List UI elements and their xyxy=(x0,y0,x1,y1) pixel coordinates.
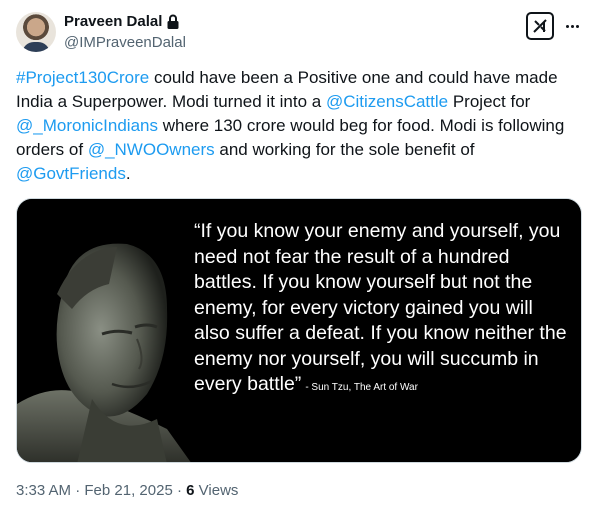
mention-link[interactable]: @_MoronicIndians xyxy=(16,116,158,135)
hashtag-link[interactable]: #Project130Crore xyxy=(16,68,149,87)
more-dots-icon[interactable] xyxy=(562,16,582,36)
author-name-row: Praveen Dalal xyxy=(64,13,180,30)
avatar[interactable] xyxy=(16,12,56,52)
tweet-media-image[interactable]: “If you know your enemy and yourself, yo… xyxy=(16,198,582,463)
quote-attribution: - Sun Tzu, The Art of War xyxy=(305,382,418,393)
tweet-text-segment: Project for xyxy=(448,92,531,111)
tweet-meta: 3:33 AM · Feb 21, 2025 · 6 Views xyxy=(16,482,238,499)
tweet-text-segment: . xyxy=(125,164,131,183)
author-handle[interactable]: @IMPraveenDalal xyxy=(64,34,186,51)
tweet-text-segment: and working for the sole benefit of xyxy=(214,140,475,159)
grok-icon[interactable] xyxy=(526,12,554,40)
views-count: 6 xyxy=(186,482,195,499)
meta-separator: · xyxy=(176,482,182,499)
mention-link[interactable]: @_NWOOwners xyxy=(88,140,215,159)
author-display-name[interactable]: Praveen Dalal xyxy=(64,13,162,30)
tweet-header: Praveen Dalal @IMPraveenDalal xyxy=(16,12,582,56)
meta-separator: · xyxy=(75,482,81,499)
tweet-time[interactable]: 3:33 AM xyxy=(16,482,71,499)
views-label: Views xyxy=(198,482,239,499)
mention-link[interactable]: @GovtFriends xyxy=(16,164,126,183)
tweet-date[interactable]: Feb 21, 2025 xyxy=(84,482,172,499)
quote-body: “If you know your enemy and yourself, yo… xyxy=(194,220,567,395)
lock-icon xyxy=(166,14,180,30)
tweet-text: #Project130Crore could have been a Posit… xyxy=(16,66,582,186)
quote-text: “If you know your enemy and yourself, yo… xyxy=(194,219,569,401)
mention-link[interactable]: @CitizensCattle xyxy=(326,92,448,111)
